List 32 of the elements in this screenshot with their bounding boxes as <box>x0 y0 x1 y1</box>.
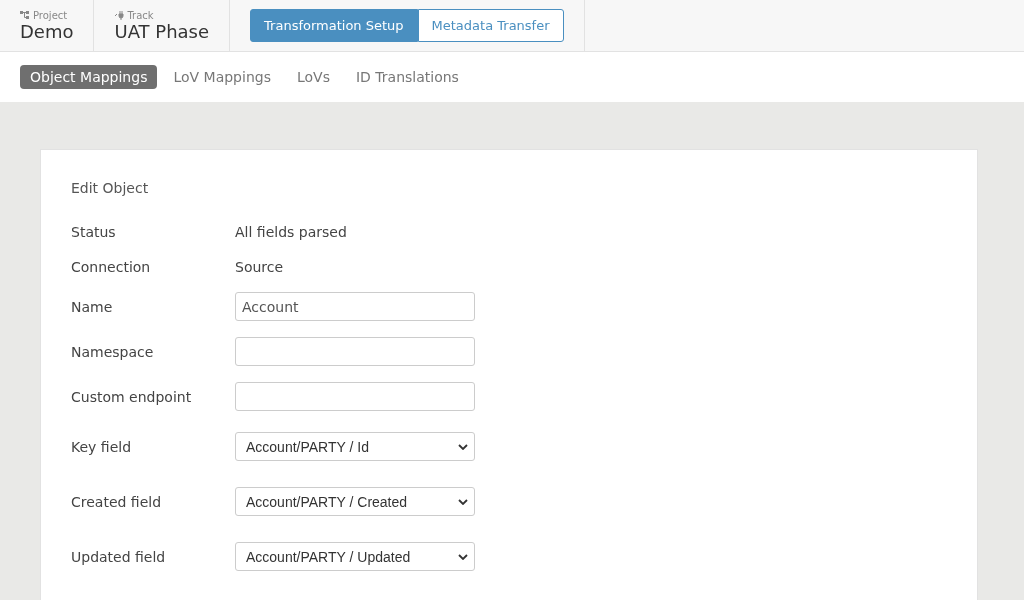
field-label: Created field <box>71 493 163 510</box>
track-label: Track <box>127 9 154 21</box>
chevron-down-icon <box>458 553 468 560</box>
field-label: Status <box>71 223 117 240</box>
chevron-down-icon <box>458 443 468 450</box>
input-field[interactable] <box>235 337 475 366</box>
input-field[interactable]: Account <box>235 292 475 321</box>
hierarchy-icon <box>20 11 30 19</box>
input-field[interactable] <box>235 382 475 411</box>
select-field[interactable]: Account/PARTY / Id <box>235 432 475 461</box>
chevron-down-icon <box>458 498 468 505</box>
field-label: Connection <box>71 258 152 275</box>
select-field[interactable]: Account/PARTY / Created <box>235 487 475 516</box>
form-title: Edit Object <box>71 180 150 196</box>
project-label: Project <box>33 9 68 21</box>
project-name: Demo <box>20 20 74 42</box>
plug-icon <box>114 10 125 20</box>
mode-tab[interactable]: Metadata Transfer <box>417 9 564 42</box>
nav-tab[interactable]: ID Translations <box>345 65 469 89</box>
field-label: Namespace <box>71 343 155 360</box>
field-label: Custom endpoint <box>71 388 193 405</box>
nav-tab[interactable]: LoVs <box>286 65 340 89</box>
field-label: Updated field <box>71 548 167 565</box>
mode-tab[interactable]: Transformation Setup <box>250 9 418 42</box>
field-label: Name <box>71 298 114 315</box>
track-name: UAT Phase <box>114 20 210 42</box>
nav-tab[interactable]: Object Mappings <box>20 65 158 89</box>
nav-tab[interactable]: LoV Mappings <box>163 65 281 89</box>
field-value: Source <box>235 258 284 275</box>
field-label: Key field <box>71 438 133 455</box>
field-value: All fields parsed <box>235 223 347 240</box>
select-field[interactable]: Account/PARTY / Updated <box>235 542 475 571</box>
